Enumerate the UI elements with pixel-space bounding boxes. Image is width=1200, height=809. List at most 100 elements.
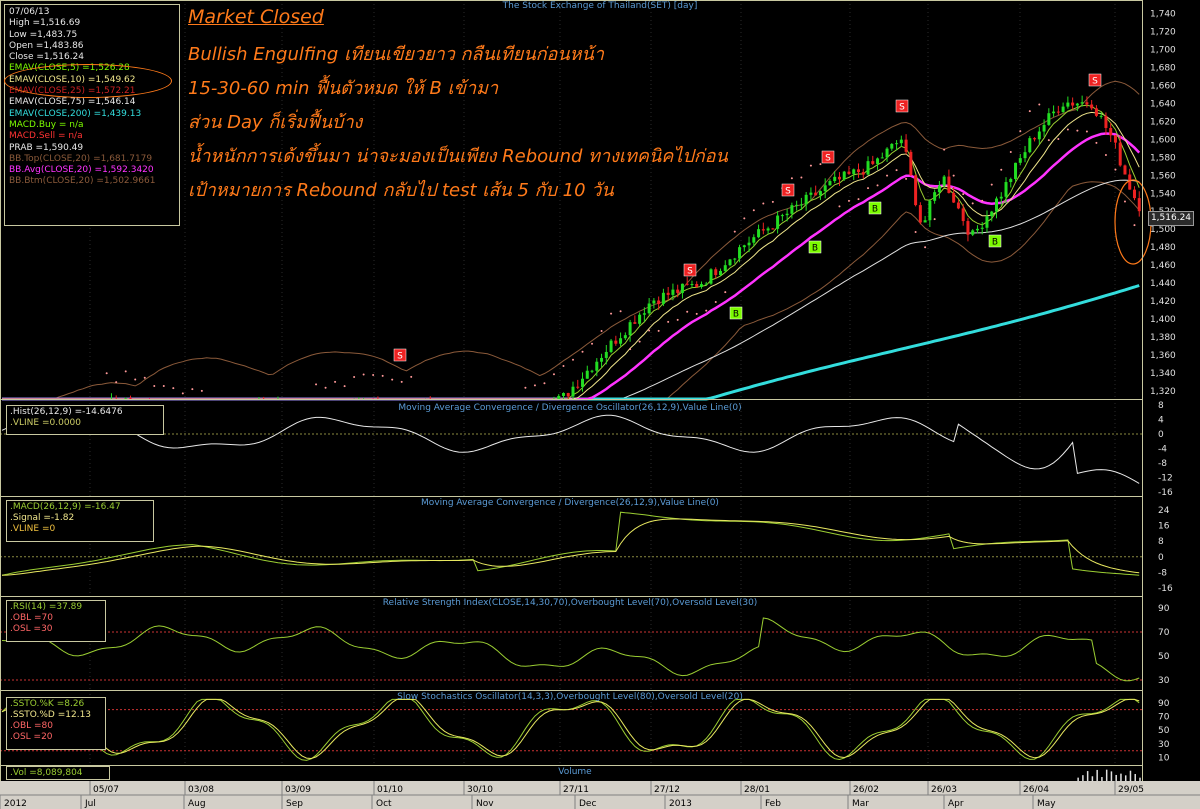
candle-body xyxy=(928,200,932,221)
candle-body xyxy=(1056,111,1060,113)
sar-dot xyxy=(400,380,403,383)
rsi-tick-label: 70 xyxy=(1158,628,1170,638)
volume-bar xyxy=(1139,777,1141,781)
sar-dot xyxy=(353,376,356,379)
price-tick-label: 1,660 xyxy=(1150,81,1176,91)
x-date-label: 29/05 xyxy=(1118,785,1144,795)
candle-body xyxy=(999,196,1003,199)
macd-tick-label: 8 xyxy=(1158,537,1164,547)
candle-body xyxy=(857,169,860,173)
marker-label: B xyxy=(992,238,998,248)
candle-body xyxy=(1085,102,1089,105)
x-date-label: 26/04 xyxy=(1023,785,1049,795)
candle-body xyxy=(628,322,632,336)
candle-body xyxy=(776,215,780,229)
candle-body xyxy=(723,265,727,271)
candle-body xyxy=(828,181,832,186)
candle-body xyxy=(1104,115,1108,128)
candle-body xyxy=(1033,138,1037,140)
sar-dot xyxy=(1085,130,1088,133)
candle-body xyxy=(733,258,737,260)
candle-body xyxy=(1075,103,1079,106)
marker-label: B xyxy=(733,310,739,320)
sto-tick-label: 50 xyxy=(1158,726,1170,736)
sar-dot xyxy=(315,383,318,386)
candle-body xyxy=(1132,189,1136,199)
candle-body xyxy=(1080,102,1084,104)
candle-body xyxy=(837,176,841,180)
candle-body xyxy=(799,204,803,206)
candle-body xyxy=(861,172,865,175)
macd-panel-frame xyxy=(0,496,1143,597)
sar-dot xyxy=(629,348,632,351)
rsi-tick-label: 30 xyxy=(1158,676,1170,686)
candle-body xyxy=(757,229,761,238)
candle-body xyxy=(128,398,132,399)
price-tick-label: 1,520 xyxy=(1150,207,1176,217)
x-month-label: Apr xyxy=(948,799,964,809)
sar-dot xyxy=(391,378,394,381)
price-tick-label: 1,340 xyxy=(1150,369,1176,379)
sto-tick-label: 10 xyxy=(1158,754,1170,764)
price-tick-label: 1,620 xyxy=(1150,117,1176,127)
candle-body xyxy=(581,378,585,387)
candle-body xyxy=(785,213,789,216)
sar-dot xyxy=(752,209,755,212)
sto-panel-frame xyxy=(0,690,1143,766)
sar-dot xyxy=(714,301,717,304)
candle-body xyxy=(604,351,608,358)
candle-body xyxy=(975,228,979,231)
candle-body xyxy=(1123,165,1127,175)
sar-dot xyxy=(857,198,860,201)
candle-body xyxy=(709,269,713,284)
candle-body xyxy=(619,338,623,344)
bollinger-top-line xyxy=(2,80,1140,400)
candle-body xyxy=(994,198,998,212)
sar-dot xyxy=(667,320,670,323)
volume-bar xyxy=(1077,777,1079,781)
candle-body xyxy=(780,215,784,217)
candle-body xyxy=(1061,106,1065,112)
candle-body xyxy=(695,284,699,287)
candle-body xyxy=(747,242,751,246)
sar-dot xyxy=(543,382,546,385)
candle-body xyxy=(699,284,703,287)
candle-body xyxy=(561,393,565,396)
candle-body xyxy=(956,202,960,209)
sar-dot xyxy=(1104,153,1107,156)
sar-dot xyxy=(924,246,927,249)
sar-dot xyxy=(847,199,850,202)
sar-dot xyxy=(1038,103,1041,106)
sar-dot xyxy=(876,184,879,187)
price-tick-label: 1,380 xyxy=(1150,333,1176,343)
candle-body xyxy=(937,185,941,193)
x-month-label: 2013 xyxy=(669,799,692,809)
candle-body xyxy=(766,228,770,231)
x-date-label: 26/02 xyxy=(853,785,879,795)
candle-body xyxy=(761,229,765,231)
hist-tick-label: 8 xyxy=(1158,401,1164,411)
candle-body xyxy=(590,370,594,372)
candle-body xyxy=(942,176,946,186)
sar-dot xyxy=(943,148,946,151)
candle-body xyxy=(738,247,742,259)
candle-body xyxy=(947,176,951,193)
candle-body xyxy=(1004,182,1008,197)
candle-body xyxy=(804,194,808,205)
sar-dot xyxy=(724,291,727,294)
candle-body xyxy=(1042,124,1046,132)
sar-dot xyxy=(533,384,536,387)
price-tick-label: 1,640 xyxy=(1150,99,1176,109)
sar-dot xyxy=(657,329,660,332)
x-month-label: Aug xyxy=(188,799,206,809)
candle-body xyxy=(1109,127,1113,136)
marker-label: S xyxy=(687,267,693,277)
price-tick-label: 1,560 xyxy=(1150,171,1176,181)
sar-dot xyxy=(952,174,955,177)
sar-dot xyxy=(895,169,898,172)
hist-tick-label: -4 xyxy=(1158,445,1167,455)
candle-body xyxy=(1118,142,1122,166)
candle-body xyxy=(952,192,956,203)
stochastic-k-line xyxy=(1,698,1140,761)
hist-tick-label: 4 xyxy=(1158,416,1164,426)
